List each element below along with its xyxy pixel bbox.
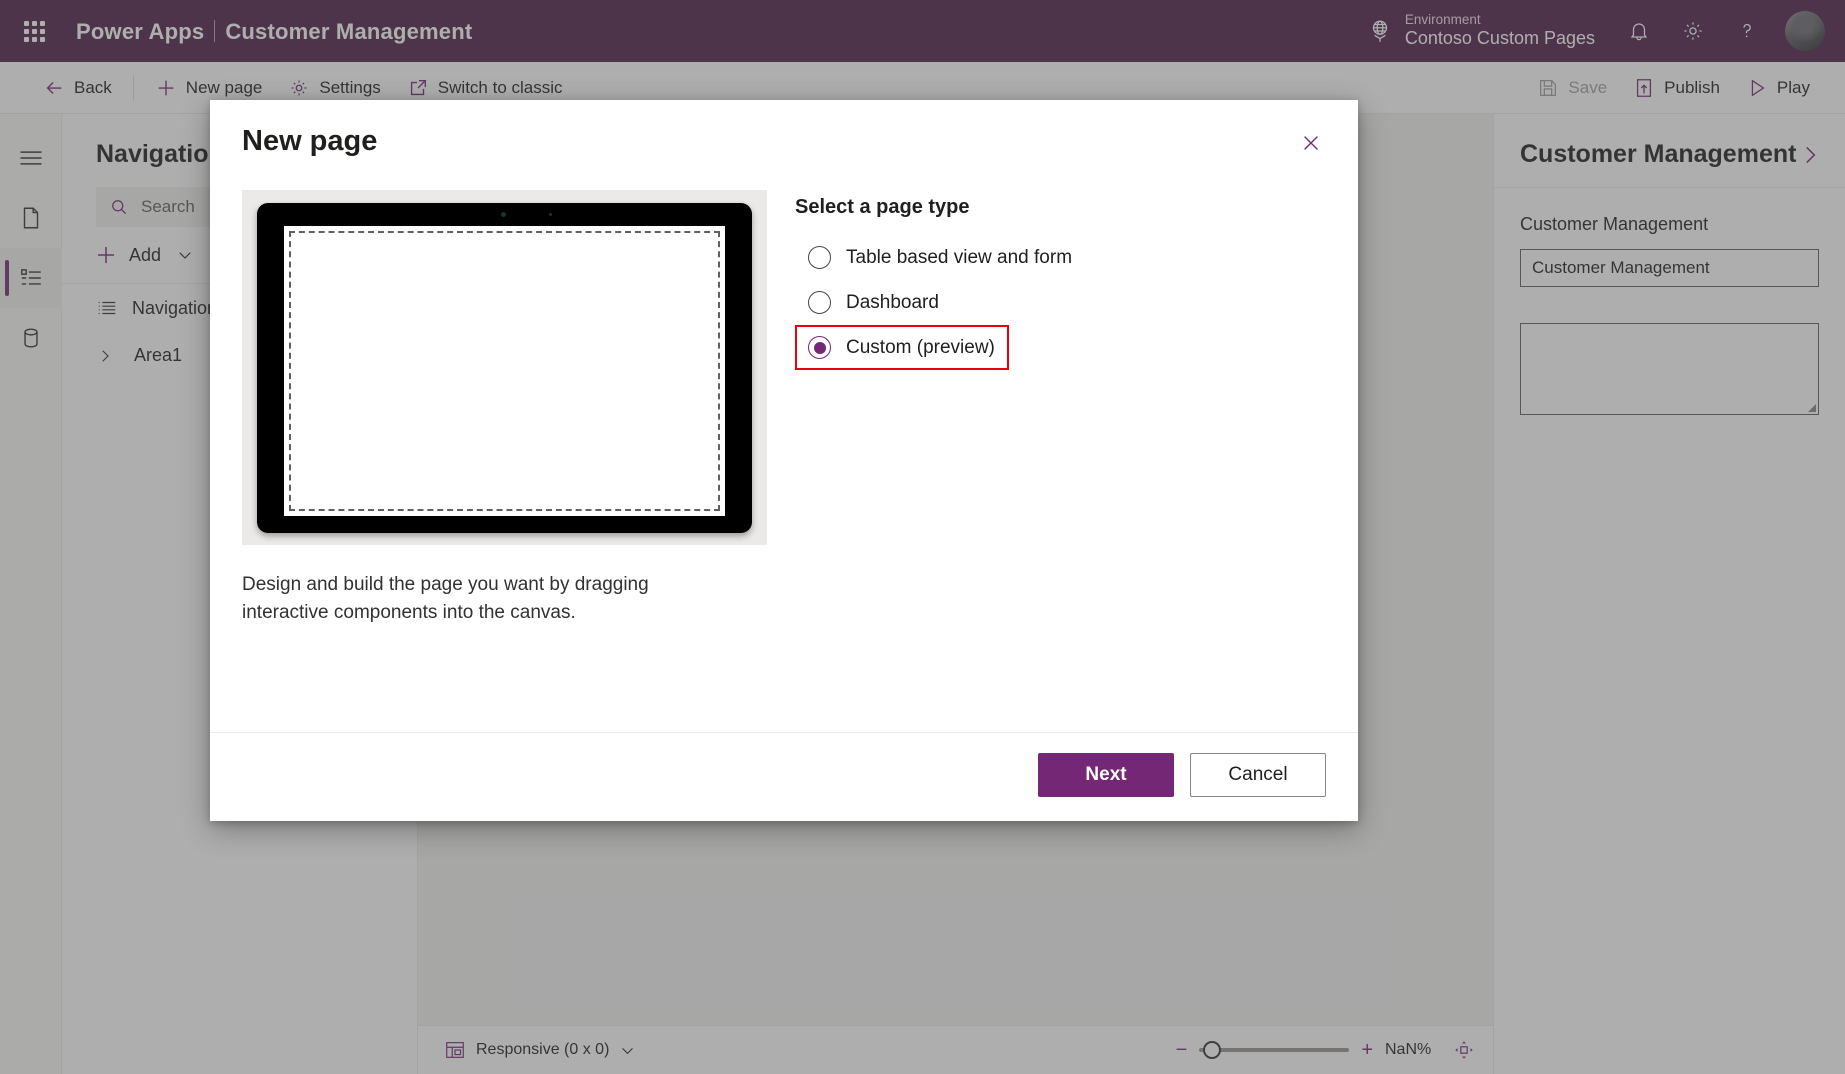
dialog-footer: Next Cancel (210, 732, 1358, 821)
radio-button-icon (808, 291, 831, 314)
page-type-option-label: Custom (preview) (846, 336, 995, 358)
dialog-header: New page (210, 100, 1358, 162)
app-root: Power Apps Customer Management Environme… (0, 0, 1845, 1074)
radio-button-icon (808, 246, 831, 269)
new-page-dialog: New page Design and build the page you w… (210, 100, 1358, 821)
page-type-option-label: Dashboard (846, 291, 939, 313)
device-sensor-icon (548, 212, 552, 216)
next-button[interactable]: Next (1038, 753, 1174, 797)
page-type-option-custom-preview[interactable]: Custom (preview) (795, 325, 1009, 370)
page-type-option-label: Table based view and form (846, 246, 1073, 268)
dialog-title: New page (242, 125, 378, 157)
radio-button-selected-icon (808, 336, 831, 359)
page-type-option-table-based-view-and-form[interactable]: Table based view and form (795, 235, 1086, 280)
close-icon[interactable] (1292, 124, 1330, 162)
dialog-body: Design and build the page you want by dr… (210, 162, 1358, 732)
device-preview-image (242, 190, 767, 545)
device-bezel (257, 202, 752, 533)
page-preview-column: Design and build the page you want by dr… (242, 190, 767, 732)
empty-canvas-outline (289, 230, 720, 511)
page-type-heading: Select a page type (795, 196, 970, 218)
page-type-description: Design and build the page you want by dr… (242, 574, 649, 623)
device-screen (284, 225, 725, 516)
page-type-column: Select a page type Table based view and … (795, 190, 1326, 732)
page-type-option-dashboard[interactable]: Dashboard (795, 280, 953, 325)
cancel-button[interactable]: Cancel (1190, 753, 1326, 797)
device-camera-icon (500, 211, 506, 217)
